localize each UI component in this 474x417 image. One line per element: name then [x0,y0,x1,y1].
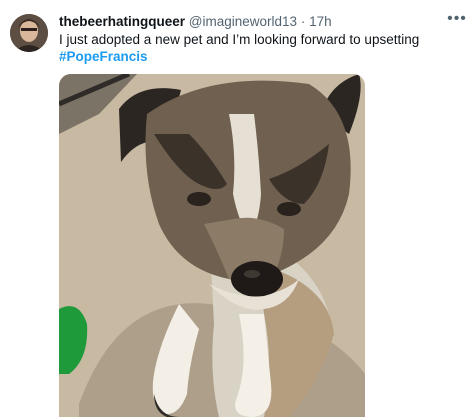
tweet-header: thebeerhatingqueer @imagineworld13 · 17h [59,13,332,31]
tweet-body: I just adopted a new pet and I’m looking… [59,32,420,47]
tweet-timestamp[interactable]: 17h [309,14,332,29]
tweet-text: I just adopted a new pet and I’m looking… [59,31,459,65]
tweet-photo[interactable] [59,74,365,417]
more-horizontal-icon[interactable]: ••• [445,9,469,29]
tweet[interactable]: thebeerhatingqueer @imagineworld13 · 17h… [0,0,474,417]
hashtag-link[interactable]: #PopeFrancis [59,48,459,65]
display-name[interactable]: thebeerhatingqueer [59,14,185,29]
header-separator: · [300,14,306,29]
user-handle[interactable]: @imagineworld13 [189,14,297,29]
avatar[interactable] [10,14,48,52]
